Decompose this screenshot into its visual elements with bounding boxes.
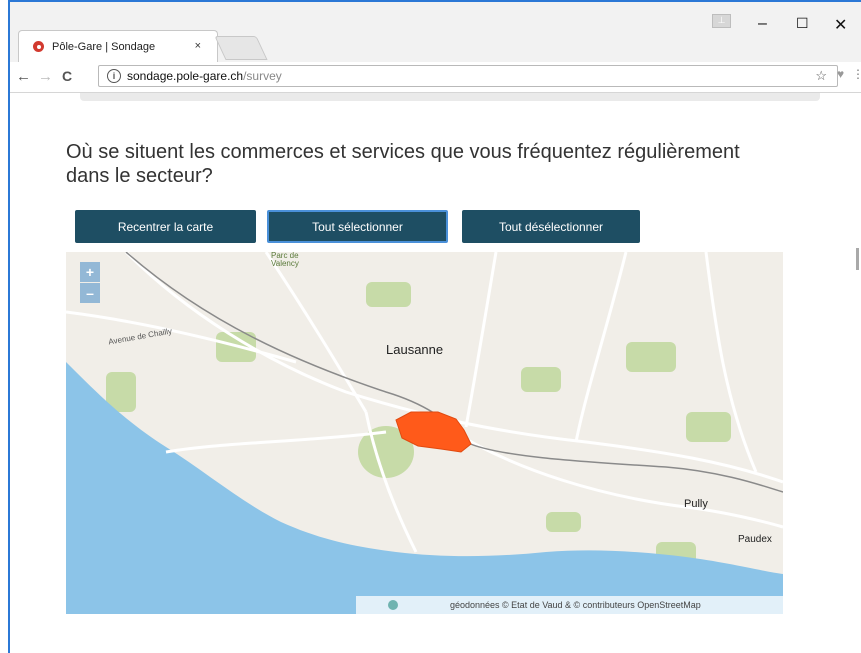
maximize-icon[interactable]: ☐	[796, 15, 809, 32]
scrollbar-thumb[interactable]	[856, 248, 859, 270]
new-tab-button[interactable]	[214, 36, 268, 60]
deselect-all-button[interactable]: Tout désélectionner	[462, 210, 640, 243]
info-icon[interactable]: i	[107, 69, 121, 83]
bookmark-star-icon[interactable]: ☆	[815, 68, 827, 84]
map-attribution: géodonnées © Etat de Vaud & © contribute…	[356, 596, 783, 614]
map-label-parc: Parc de Valency	[271, 252, 299, 268]
tab-title: Pôle-Gare | Sondage	[52, 40, 156, 53]
menu-icon[interactable]: ⋮	[852, 67, 861, 81]
forward-icon[interactable]: →	[38, 68, 53, 85]
title-bar: Pôle-Gare | Sondage × ⊥ – ☐ ✕	[10, 2, 861, 64]
minimize-icon[interactable]: –	[758, 15, 767, 33]
profile-icon[interactable]: ⊥	[712, 14, 731, 28]
select-all-button[interactable]: Tout sélectionner	[267, 210, 448, 243]
map-view[interactable]: + – Lausanne Pully Paudex Parc de Valenc…	[66, 252, 783, 614]
tab-close-icon[interactable]: ×	[195, 40, 201, 52]
favicon-icon	[33, 41, 44, 52]
reload-icon[interactable]: C	[62, 68, 72, 84]
recenter-map-button[interactable]: Recentrer la carte	[75, 210, 256, 243]
zoom-out-button[interactable]: –	[80, 283, 100, 303]
map-label-lausanne: Lausanne	[386, 342, 444, 357]
url-host: sondage.pole-gare.ch	[127, 69, 244, 83]
map-canvas	[66, 252, 783, 614]
dropdown-shade	[80, 93, 820, 101]
zoom-in-button[interactable]: +	[80, 262, 100, 282]
attribution-dot-icon	[388, 600, 398, 610]
attribution-text: géodonnées © Etat de Vaud & © contribute…	[450, 600, 701, 610]
address-bar[interactable]: i sondage.pole-gare.ch/survey ☆	[98, 65, 838, 87]
map-label-paudex: Paudex	[738, 534, 772, 545]
survey-question: Où se situent les commerces et services …	[66, 141, 740, 187]
extension-icon[interactable]: ♥	[837, 67, 844, 81]
window-close-icon[interactable]: ✕	[834, 15, 847, 35]
map-label-pully: Pully	[684, 498, 708, 510]
browser-tab[interactable]: Pôle-Gare | Sondage ×	[18, 30, 218, 62]
back-icon[interactable]: ←	[16, 68, 31, 85]
browser-toolbar: ← → C i sondage.pole-gare.ch/survey ☆	[10, 62, 861, 93]
url-path: /survey	[243, 69, 282, 83]
